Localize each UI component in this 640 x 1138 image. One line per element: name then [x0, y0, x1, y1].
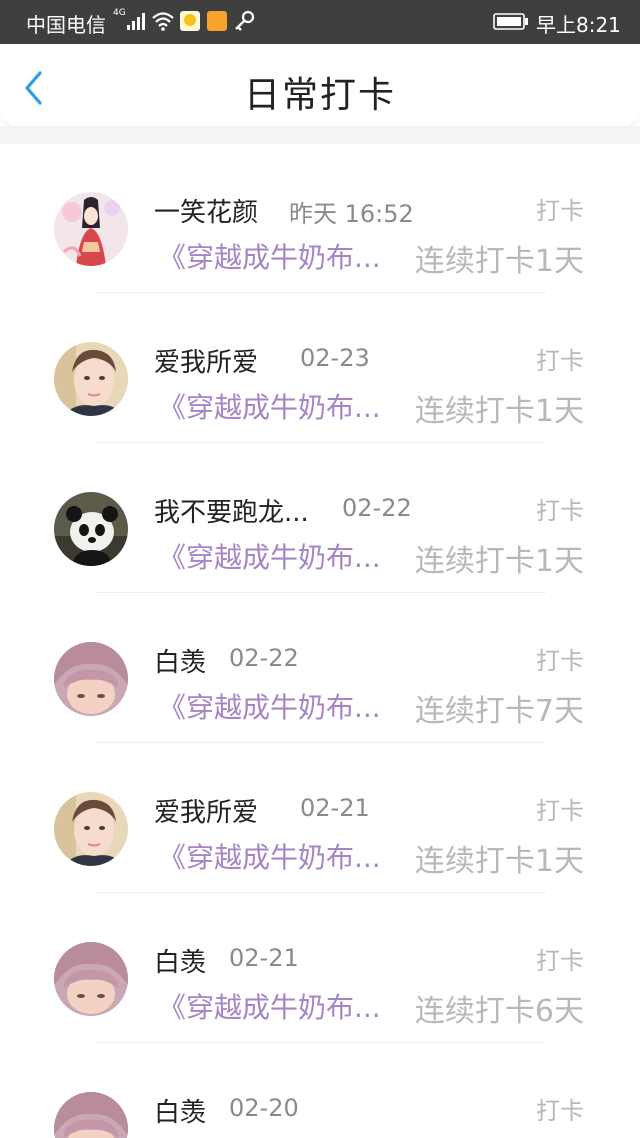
checkin-date: 02-22 — [229, 644, 299, 672]
checkin-item[interactable]: 白羡 02-22 打卡 《穿越成牛奶布... 连续打卡7天 — [0, 594, 640, 744]
checkin-action-label: 打卡 — [536, 497, 584, 525]
book-title[interactable]: 《穿越成牛奶布... — [158, 986, 381, 1026]
checkin-action-label: 打卡 — [536, 1097, 584, 1125]
user-name: 白羡 — [154, 648, 207, 678]
user-name: 我不要跑龙... — [154, 498, 309, 528]
header-spacer — [0, 126, 640, 144]
avatar-anime-girl — [54, 192, 128, 266]
app-notification-icon — [207, 11, 227, 31]
clock: 早上8:21 — [536, 13, 621, 37]
streak-label: 连续打卡1天 — [414, 544, 584, 579]
avatar[interactable] — [54, 342, 128, 416]
checkin-date: 02-22 — [342, 494, 412, 522]
divider — [96, 592, 546, 593]
streak-label: 连续打卡1天 — [414, 844, 584, 879]
checkin-date: 02-21 — [300, 794, 370, 822]
network-badge: 4G — [113, 8, 126, 18]
avatar-pink-hair — [54, 942, 128, 1016]
checkin-item[interactable]: 爱我所爱 02-23 打卡 《穿越成牛奶布... 连续打卡1天 — [0, 294, 640, 444]
checkin-item[interactable]: 白羡 02-21 打卡 《穿越成牛奶布... 连续打卡6天 — [0, 894, 640, 1044]
book-title[interactable]: 《穿越成牛奶布... — [158, 536, 381, 576]
user-name: 爱我所爱 — [154, 348, 259, 378]
avatar[interactable] — [54, 942, 128, 1016]
key-icon — [235, 10, 255, 31]
avatar-woman-photo — [54, 792, 128, 866]
user-name: 一笑花颜 — [154, 198, 259, 228]
page-header: 日常打卡 — [0, 44, 640, 126]
checkin-item[interactable]: 白羡 02-20 打卡 — [0, 1044, 640, 1138]
streak-label: 连续打卡6天 — [414, 994, 584, 1029]
streak-label: 连续打卡1天 — [414, 394, 584, 429]
book-title[interactable]: 《穿越成牛奶布... — [158, 386, 381, 426]
checkin-date: 昨天 16:52 — [289, 200, 414, 228]
avatar[interactable] — [54, 192, 128, 266]
streak-label: 连续打卡1天 — [414, 244, 584, 279]
book-title[interactable]: 《穿越成牛奶布... — [158, 686, 381, 726]
book-title[interactable]: 《穿越成牛奶布... — [158, 836, 381, 876]
avatar[interactable] — [54, 792, 128, 866]
battery-icon — [493, 13, 528, 30]
carrier-label: 中国电信 — [26, 13, 106, 37]
avatar[interactable] — [54, 492, 128, 566]
divider — [96, 742, 546, 743]
user-name: 白羡 — [154, 948, 207, 978]
wifi-icon — [152, 12, 174, 31]
avatar-woman-photo — [54, 342, 128, 416]
checkin-action-label: 打卡 — [536, 197, 584, 225]
avatar[interactable] — [54, 1092, 128, 1138]
status-bar: 中国电信 4G 早上8:21 — [0, 0, 640, 44]
avatar-pink-hair — [54, 1092, 128, 1138]
checkin-item[interactable]: 我不要跑龙... 02-22 打卡 《穿越成牛奶布... 连续打卡1天 — [0, 444, 640, 594]
book-title[interactable]: 《穿越成牛奶布... — [158, 236, 381, 276]
divider — [96, 442, 546, 443]
checkin-action-label: 打卡 — [536, 797, 584, 825]
checkin-action-label: 打卡 — [536, 647, 584, 675]
checkin-date: 02-20 — [229, 1094, 299, 1122]
user-name: 爱我所爱 — [154, 798, 259, 828]
checkin-action-label: 打卡 — [536, 947, 584, 975]
checkin-date: 02-21 — [229, 944, 299, 972]
checkin-item[interactable]: 爱我所爱 02-21 打卡 《穿越成牛奶布... 连续打卡1天 — [0, 744, 640, 894]
avatar[interactable] — [54, 642, 128, 716]
streak-label: 连续打卡7天 — [414, 694, 584, 729]
signal-icon — [127, 13, 145, 30]
checkin-action-label: 打卡 — [536, 347, 584, 375]
page-title: 日常打卡 — [243, 75, 396, 116]
checkin-item[interactable]: 一笑花颜 昨天 16:52 打卡 《穿越成牛奶布... 连续打卡1天 — [0, 144, 640, 294]
user-name: 白羡 — [154, 1098, 207, 1128]
app-notification-icon — [180, 11, 200, 31]
divider — [96, 892, 546, 893]
avatar-panda — [54, 492, 128, 566]
checkin-date: 02-23 — [300, 344, 370, 372]
avatar-pink-hair — [54, 642, 128, 716]
divider — [96, 292, 546, 293]
divider — [96, 1042, 546, 1043]
